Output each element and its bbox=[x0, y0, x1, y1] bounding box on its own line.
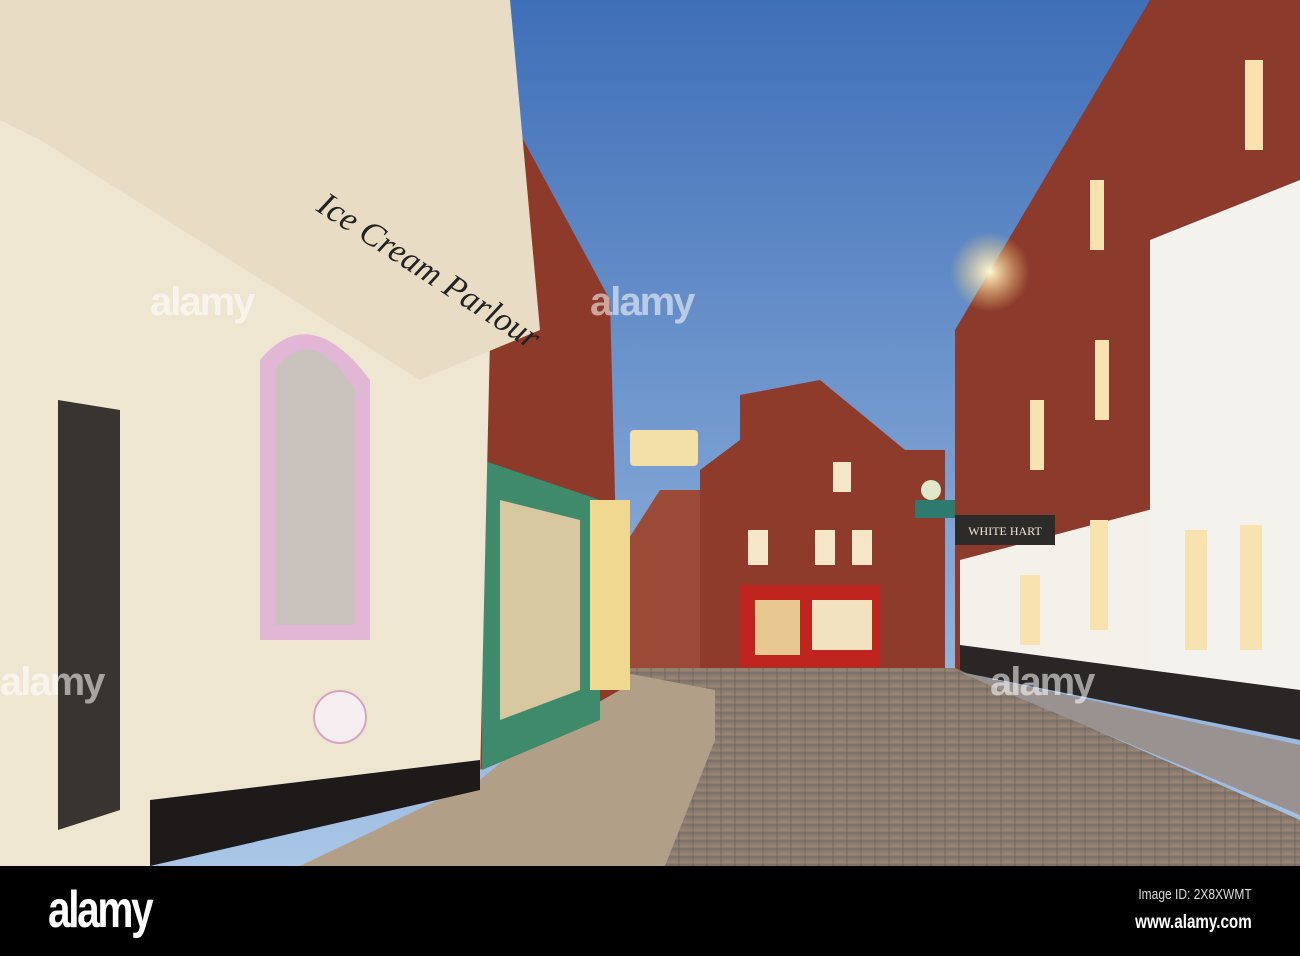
hanging-sign bbox=[630, 430, 698, 466]
ice-cream-logo bbox=[313, 690, 367, 744]
watermark: alamy bbox=[0, 660, 105, 704]
watermark: alamy bbox=[990, 660, 1095, 704]
site-url[interactable]: www.alamy.com bbox=[1135, 912, 1252, 934]
white-hart-sign: WHITE HART bbox=[968, 524, 1042, 538]
ice-cream-parlour-building: Ice Cream Parlour bbox=[0, 0, 547, 866]
image-id: Image ID: 2X8XWMT bbox=[1138, 886, 1252, 903]
watermark: alamy bbox=[590, 280, 695, 324]
alamy-logo[interactable]: alamy bbox=[48, 880, 154, 940]
watermark: alamy bbox=[150, 280, 255, 324]
stock-photo-frame: WHITE HART Ice Cream Parlour alamy alamy bbox=[0, 0, 1300, 956]
street-scene-photo: WHITE HART Ice Cream Parlour bbox=[0, 0, 1300, 866]
door bbox=[58, 400, 120, 830]
street-lamp-glow bbox=[950, 232, 1030, 312]
footer-bar: alamy Image ID: 2X8XWMT www.alamy.com bbox=[0, 866, 1300, 956]
